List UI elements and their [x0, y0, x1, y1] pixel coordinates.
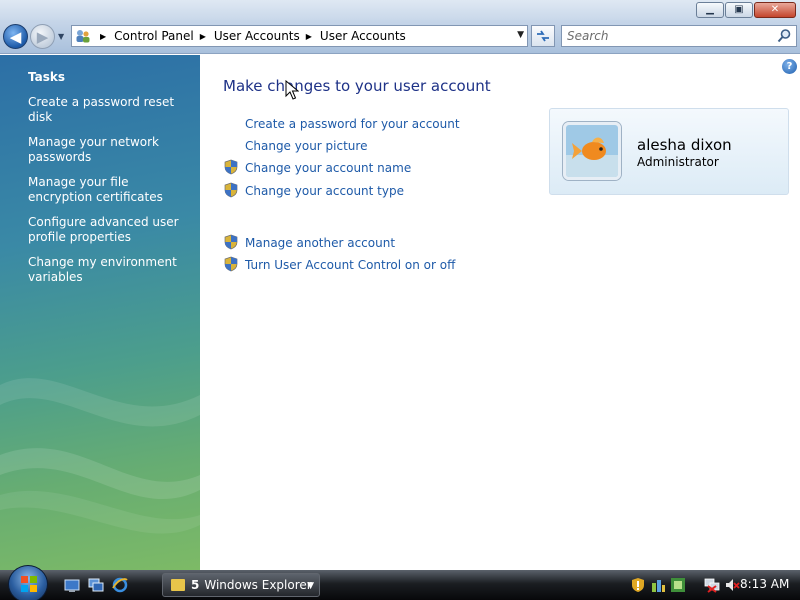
forward-button[interactable]: ▶: [30, 24, 55, 49]
internet-explorer-icon[interactable]: [112, 577, 128, 593]
switch-windows-icon[interactable]: [88, 577, 104, 593]
breadcrumb-user-accounts-current[interactable]: User Accounts: [320, 29, 406, 43]
breadcrumb-arrow-icon[interactable]: ▶: [100, 32, 106, 41]
user-avatar[interactable]: [563, 122, 621, 180]
folder-icon: [171, 579, 185, 591]
task-manage-file-encryption-certificates[interactable]: Manage your file encryption certificates: [28, 175, 193, 205]
refresh-icon: [537, 30, 549, 42]
mouse-cursor-icon: [285, 80, 299, 100]
navigation-bar: ◀ ▶ ▼ ▶ Control Panel ▶ User Accounts ▶ …: [0, 20, 800, 54]
task-list: Create a password reset disk Manage your…: [28, 95, 193, 295]
help-button[interactable]: ?: [782, 59, 797, 74]
search-icon[interactable]: [776, 28, 792, 44]
security-alert-icon[interactable]: [630, 577, 646, 593]
manage-another-account-link[interactable]: Manage another account: [245, 236, 395, 250]
windows-logo-icon: [21, 576, 37, 592]
task-pane: Tasks Create a password reset disk Manag…: [0, 55, 200, 570]
back-button[interactable]: ◀: [3, 24, 28, 49]
recent-pages-dropdown[interactable]: ▼: [58, 32, 64, 41]
uac-shield-icon: [224, 234, 238, 250]
search-box[interactable]: [561, 25, 797, 47]
window-controls: ▁ ▣ ✕: [696, 2, 796, 18]
taskbar-windows-explorer-group[interactable]: 5 Windows Explorer ▼: [162, 573, 320, 597]
task-change-environment-variables[interactable]: Change my environment variables: [28, 255, 193, 285]
maximize-button[interactable]: ▣: [725, 2, 753, 18]
defender-icon[interactable]: [670, 577, 686, 593]
volume-muted-icon[interactable]: [724, 577, 740, 593]
breadcrumb-arrow-icon[interactable]: ▶: [200, 32, 206, 41]
uac-shield-icon: [224, 182, 238, 198]
window-count: 5: [191, 578, 200, 592]
show-desktop-icon[interactable]: [64, 577, 80, 593]
change-picture-link[interactable]: Change your picture: [245, 139, 367, 153]
group-dropdown-icon: ▼: [307, 581, 314, 591]
change-account-type-link[interactable]: Change your account type: [245, 184, 404, 198]
network-disconnected-icon[interactable]: [704, 577, 720, 593]
turn-uac-on-off-link[interactable]: Turn User Account Control on or off: [245, 258, 455, 272]
page-title: Make changes to your user account: [223, 77, 491, 95]
goldfish-picture-icon: [566, 125, 618, 177]
taskbar: 5 Windows Explorer ▼ 8:13 AM: [0, 565, 800, 600]
windows-sidebar-icon[interactable]: [650, 577, 666, 593]
system-tray: [630, 575, 740, 595]
breadcrumb-control-panel[interactable]: Control Panel: [114, 29, 194, 43]
change-account-name-link[interactable]: Change your account name: [245, 161, 411, 175]
breadcrumb-arrow-icon[interactable]: ▶: [306, 32, 312, 41]
users-icon: [72, 27, 94, 45]
address-dropdown-icon[interactable]: ▼: [517, 30, 524, 40]
tasks-heading: Tasks: [28, 70, 66, 84]
task-manage-network-passwords[interactable]: Manage your network passwords: [28, 135, 193, 165]
user-name: alesha dixon: [637, 136, 732, 154]
create-password-link[interactable]: Create a password for your account: [245, 117, 460, 131]
start-button[interactable]: [8, 565, 48, 600]
address-bar[interactable]: ▶ Control Panel ▶ User Accounts ▶ User A…: [71, 25, 528, 47]
uac-shield-icon: [224, 159, 238, 175]
task-configure-advanced-user-profile[interactable]: Configure advanced user profile properti…: [28, 215, 193, 245]
user-account-card: alesha dixon Administrator: [549, 108, 789, 195]
clock[interactable]: 8:13 AM: [740, 577, 789, 591]
minimize-button[interactable]: ▁: [696, 2, 724, 18]
window-title-bar: ▁ ▣ ✕: [0, 0, 800, 20]
uac-shield-icon: [224, 256, 238, 272]
task-create-password-reset-disk[interactable]: Create a password reset disk: [28, 95, 193, 125]
main-content: ? Make changes to your user account Crea…: [200, 55, 800, 570]
refresh-button[interactable]: [531, 25, 555, 47]
search-input[interactable]: [562, 26, 767, 46]
close-button[interactable]: ✕: [754, 2, 796, 18]
user-role: Administrator: [637, 155, 719, 169]
breadcrumb-user-accounts[interactable]: User Accounts: [214, 29, 300, 43]
taskbar-button-label: Windows Explorer: [204, 578, 312, 592]
